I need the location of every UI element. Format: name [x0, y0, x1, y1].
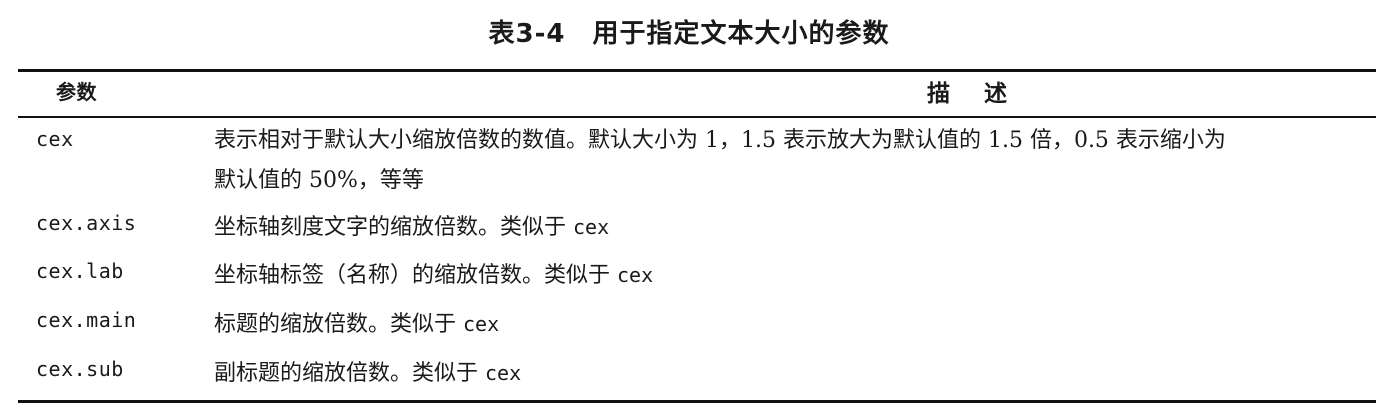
- table-bottom-rule: [18, 400, 1376, 403]
- table-caption: 表3-4 用于指定文本大小的参数: [488, 19, 890, 49]
- table-top-rule: [18, 69, 1376, 72]
- code-reference: cex: [617, 263, 654, 287]
- table-header-rule: [18, 116, 1376, 118]
- param-description: 副标题的缩放倍数。类似于 cex: [214, 353, 1364, 394]
- column-header-desc: 描述: [927, 81, 1041, 107]
- param-name: cex.main: [36, 308, 137, 332]
- description-text: 标题的缩放倍数。类似于: [214, 312, 463, 337]
- description-line: 默认值的 50%，等等: [214, 168, 424, 193]
- code-reference: cex: [463, 312, 500, 336]
- description-text: 坐标轴刻度文字的缩放倍数。类似于: [214, 215, 573, 240]
- param-description: 表示相对于默认大小缩放倍数的数值。默认大小为 1，1.5 表示放大为默认值的 1…: [214, 121, 1364, 201]
- description-text: 坐标轴标签（名称）的缩放倍数。类似于: [214, 263, 617, 288]
- description-text: 副标题的缩放倍数。类似于: [214, 361, 485, 386]
- param-name: cex: [36, 127, 74, 151]
- param-name: cex.axis: [36, 211, 137, 235]
- param-description: 标题的缩放倍数。类似于 cex: [214, 304, 1364, 345]
- param-name: cex.sub: [36, 357, 124, 381]
- param-description: 坐标轴标签（名称）的缩放倍数。类似于 cex: [214, 255, 1364, 296]
- code-reference: cex: [485, 361, 522, 385]
- param-description: 坐标轴刻度文字的缩放倍数。类似于 cex: [214, 207, 1364, 248]
- code-reference: cex: [573, 215, 610, 239]
- param-name: cex.lab: [36, 259, 124, 283]
- description-line: 表示相对于默认大小缩放倍数的数值。默认大小为 1，1.5 表示放大为默认值的 1…: [214, 128, 1226, 153]
- column-header-desc-wrap: 描述: [0, 78, 1378, 110]
